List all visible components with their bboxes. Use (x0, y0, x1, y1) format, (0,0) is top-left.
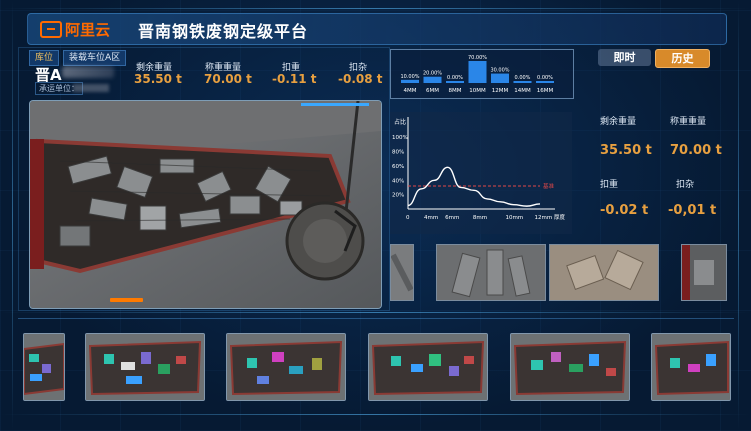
thickness-distribution-panel: 10.00% 4MM 20.00% 6MM 0.00% 8MM 70.00% 10MM 30.0… (390, 49, 574, 99)
deco-line (0, 414, 751, 415)
distribution-category-label: 16MM (537, 88, 554, 94)
sample-thumbnail[interactable] (436, 244, 546, 301)
distribution-bar (468, 61, 487, 83)
page-title: 晋南钢铁废钢定级平台 (138, 22, 309, 41)
history-thumbnail[interactable] (368, 333, 488, 401)
distribution-bar (536, 81, 554, 83)
history-thumbnail[interactable] (510, 333, 630, 401)
metric-value-deduct-impurity: -0.08 t (338, 72, 383, 86)
logo: 阿里云 (40, 19, 110, 40)
series-line (407, 166, 541, 207)
distribution-bar (446, 81, 464, 83)
distribution-category-label: 4MM (404, 88, 417, 94)
right-label-remaining: 剩余重量 (600, 117, 637, 127)
tab-history[interactable]: 历史 (655, 49, 710, 68)
carrier-blurred (73, 84, 109, 92)
distribution-bar (513, 81, 532, 83)
aliyun-logo-icon (40, 21, 62, 38)
distribution-value-label: 0.00% (447, 75, 463, 81)
distribution-bar-chart: 10.00% 4MM 20.00% 6MM 0.00% 8MM 70.00% 10MM 30.0… (400, 55, 554, 94)
right-label-deduct-impurity: 扣杂 (676, 180, 695, 190)
logo-text: 阿里云 (65, 21, 111, 39)
x-tick-label: 8mm (473, 215, 487, 221)
distribution-category-label: 12MM (492, 88, 509, 94)
distribution-bar (401, 79, 419, 83)
deco-line (738, 0, 739, 431)
right-value-remaining: 35.50 t (600, 143, 652, 158)
header-bar: 阿里云 晋南钢铁废钢定级平台 (27, 13, 727, 45)
deco-line (12, 0, 13, 431)
camera-feed[interactable] (29, 100, 382, 309)
x-tick-label: 6mm (445, 215, 459, 221)
distribution-value-label: 30.00% (490, 68, 509, 74)
distribution-value-label: 10.00% (400, 74, 419, 80)
tab-realtime[interactable]: 即时 (598, 49, 651, 66)
right-label-weighed: 称重重量 (670, 117, 707, 127)
distribution-value-label: 20.00% (423, 71, 442, 77)
history-thumbnail[interactable] (23, 333, 65, 401)
y-tick-label: 80% (392, 150, 404, 156)
y-tick-label: 40% (392, 178, 404, 184)
distribution-value-label: 0.00% (515, 75, 531, 81)
history-thumbnail[interactable] (85, 333, 205, 401)
y-tick-label: 20% (392, 193, 404, 199)
metric-value-remaining: 35.50 t (134, 72, 182, 86)
history-thumbnail[interactable] (651, 333, 731, 401)
sample-thumbnail[interactable] (390, 244, 414, 301)
distribution-category-label: 6MM (426, 88, 439, 94)
sample-thumbnail[interactable] (681, 244, 727, 301)
right-value-deduct-weight: -0.02 t (600, 203, 649, 218)
right-value-weighed: 70.00 t (670, 143, 722, 158)
proportion-line-chart: 占比 100% 80% 60% 40% 20% 0 4mm 6mm 8mm 10mm 12mm 厚度 基准 (392, 117, 566, 221)
mode-tabs: 即时 历史 (598, 49, 710, 68)
x-tick-label: 12mm (535, 215, 553, 221)
x-tick-label: 0 (406, 215, 410, 221)
sample-thumbnail[interactable] (549, 244, 659, 301)
tag-area: 装载车位A区 (63, 50, 127, 66)
distribution-category-label: 8MM (449, 88, 462, 94)
threshold-label: 基准 (543, 182, 555, 190)
right-label-deduct-weight: 扣重 (600, 180, 619, 190)
distribution-bar (423, 76, 442, 83)
deco-line (0, 312, 751, 313)
right-value-deduct-impurity: -0,01 t (668, 203, 717, 218)
history-thumbnail[interactable] (226, 333, 346, 401)
y-tick-label: 100% (392, 135, 408, 141)
scrap-truck-image (30, 101, 381, 308)
distribution-value-label: 70.00% (468, 55, 487, 61)
distribution-category-label: 10MM (469, 88, 486, 94)
proportion-line-panel: 占比 100% 80% 60% 40% 20% 0 4mm 6mm 8mm 10mm 12mm 厚度 基准 (390, 112, 572, 234)
y-tick-label: 60% (392, 164, 404, 170)
deco-line (0, 8, 751, 9)
metric-value-deduct-weight: -0.11 t (272, 72, 317, 86)
plate-blurred (62, 66, 114, 78)
x-tick-label: 10mm (505, 215, 523, 221)
camera-progress-indicator (110, 298, 143, 302)
x-axis-label: 厚度 (554, 213, 566, 221)
x-tick-label: 4mm (424, 215, 438, 221)
distribution-value-label: 0.00% (537, 75, 553, 81)
metric-value-weighed: 70.00 t (204, 72, 252, 86)
distribution-bar (491, 73, 509, 83)
camera-status-indicator (301, 103, 369, 106)
y-axis-label: 占比 (394, 118, 406, 126)
distribution-category-label: 14MM (514, 88, 531, 94)
